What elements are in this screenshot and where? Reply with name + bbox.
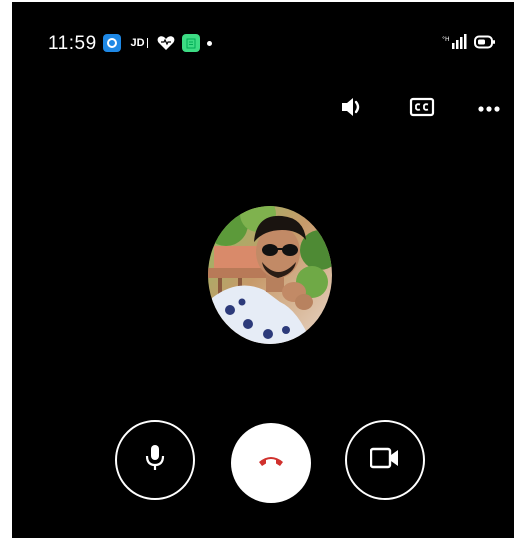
more-options-icon (477, 100, 501, 118)
speaker-icon (340, 96, 366, 123)
app-blue-icon (103, 34, 121, 52)
mute-button[interactable] (115, 420, 195, 500)
svg-text:°H: °H (442, 36, 450, 43)
video-camera-icon (369, 447, 400, 474)
notification-icons: JD (103, 33, 212, 53)
contact-avatar (208, 206, 332, 344)
status-time: 11:59 (48, 33, 97, 54)
status-bar: 11:59 JD °H (12, 2, 514, 54)
system-icons: °H (442, 34, 496, 55)
microphone-icon (145, 444, 165, 477)
battery-icon (474, 35, 496, 54)
call-screen: 11:59 JD °H (12, 2, 514, 538)
heart-icon (157, 34, 175, 52)
call-toolbar (12, 94, 514, 124)
closed-captions-icon (409, 96, 435, 123)
signal-icon: °H (442, 34, 468, 55)
captions-button[interactable] (407, 94, 437, 124)
speaker-button[interactable] (338, 94, 368, 124)
more-options-button[interactable] (474, 94, 504, 124)
video-toggle-button[interactable] (345, 420, 425, 500)
jd-icon-label: JD (130, 37, 145, 49)
calendar-icon (182, 34, 200, 52)
more-notifications-dot (207, 40, 212, 46)
jd-icon: JD (128, 34, 150, 52)
end-call-icon (258, 454, 284, 473)
end-call-button[interactable] (231, 423, 311, 503)
